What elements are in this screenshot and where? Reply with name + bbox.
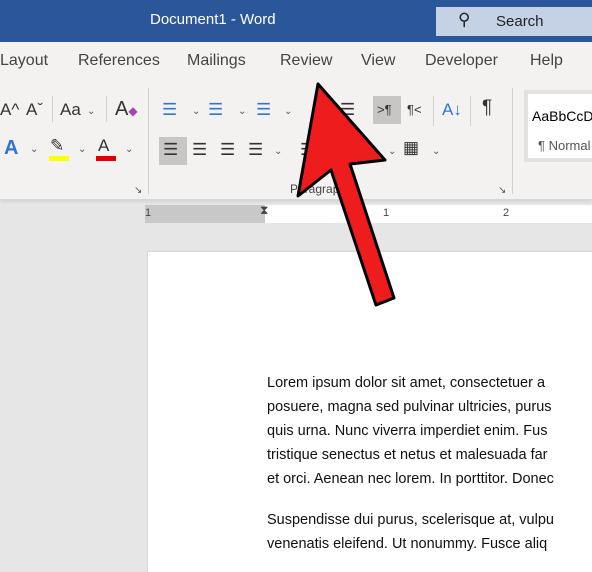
red-arrow-annotation: [296, 82, 396, 307]
